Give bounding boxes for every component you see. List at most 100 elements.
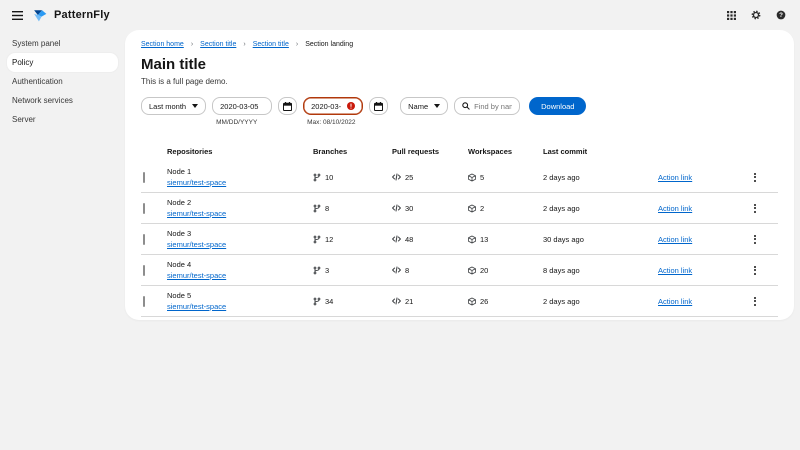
date-to-calendar-icon[interactable]: [369, 97, 388, 115]
attribute-select[interactable]: Name: [400, 97, 448, 115]
repo-name: Node 4: [167, 260, 309, 269]
search-input[interactable]: [474, 102, 512, 111]
branches-count: 3: [325, 266, 329, 275]
date-from-value[interactable]: [220, 102, 264, 111]
masthead-utilities: ?: [727, 10, 786, 20]
main-content-card: Section home › Section title › Section t…: [125, 30, 794, 320]
repo-space-link[interactable]: siemur/test-space: [167, 209, 226, 218]
row-action-link[interactable]: Action link: [658, 297, 692, 306]
breadcrumb-chevron-icon: ›: [191, 41, 193, 48]
table-row: Node 4 siemur/test-space 3 8: [141, 255, 778, 286]
workspaces-count: 26: [480, 297, 488, 306]
settings-gear-icon[interactable]: [751, 10, 761, 20]
breadcrumb-chevron-icon: ›: [296, 41, 298, 48]
column-header-repositories[interactable]: Repositories: [165, 141, 311, 162]
code-icon: [392, 266, 401, 274]
table-header-row: Repositories Branches Pull requests Work…: [141, 141, 778, 162]
brand: PatternFly: [32, 7, 110, 24]
last-commit-text: 2 days ago: [543, 204, 580, 213]
sidebar-item-network-services[interactable]: Network services: [0, 91, 125, 110]
row-checkbox[interactable]: [143, 296, 145, 307]
row-action-link[interactable]: Action link: [658, 235, 692, 244]
help-question-icon[interactable]: ?: [776, 10, 786, 20]
date-to-value[interactable]: [311, 102, 341, 111]
repo-space-link[interactable]: siemur/test-space: [167, 240, 226, 249]
cube-icon: [468, 235, 476, 244]
row-checkbox[interactable]: [143, 172, 145, 183]
download-button[interactable]: Download: [529, 97, 586, 115]
code-icon: [392, 297, 401, 305]
page-title: Main title: [141, 56, 778, 73]
branches-count: 8: [325, 204, 329, 213]
repo-name: Node 5: [167, 291, 309, 300]
table-row: Node 5 siemur/test-space 34 21: [141, 286, 778, 317]
repo-space-link[interactable]: siemur/test-space: [167, 302, 226, 311]
pull-requests-count: 48: [405, 235, 413, 244]
name-search-field[interactable]: [454, 97, 520, 115]
row-action-link[interactable]: Action link: [658, 173, 692, 182]
table-row: Node 2 siemur/test-space 8 30: [141, 193, 778, 224]
filters-toolbar: Last month MM/DD/YYYY Max: 08/10/2022: [141, 97, 778, 126]
code-icon: [392, 173, 401, 181]
repo-space-link[interactable]: siemur/test-space: [167, 271, 226, 280]
cube-icon: [468, 266, 476, 275]
nav-toggle-hamburger-icon[interactable]: [12, 11, 23, 20]
code-branch-icon: [313, 235, 321, 244]
workspaces-count: 2: [480, 204, 484, 213]
code-icon: [392, 204, 401, 212]
row-kebab-menu-icon[interactable]: [750, 202, 760, 215]
branches-count: 10: [325, 173, 333, 182]
header-kebab-spacer: [748, 141, 778, 162]
code-branch-icon: [313, 266, 321, 275]
row-kebab-menu-icon[interactable]: [750, 295, 760, 308]
date-from-input[interactable]: [212, 97, 272, 115]
row-action-link[interactable]: Action link: [658, 266, 692, 275]
code-icon: [392, 235, 401, 243]
date-to-helper-text: Max: 08/10/2022: [307, 119, 363, 126]
repositories-table: Repositories Branches Pull requests Work…: [141, 141, 778, 317]
column-header-pull-requests[interactable]: Pull requests: [390, 141, 466, 162]
row-kebab-menu-icon[interactable]: [750, 171, 760, 184]
sidebar-item-policy[interactable]: Policy: [7, 53, 118, 72]
last-commit-text: 2 days ago: [543, 173, 580, 182]
column-header-branches[interactable]: Branches: [311, 141, 390, 162]
app-launcher-grid-icon[interactable]: [727, 11, 736, 20]
brand-title: PatternFly: [54, 9, 110, 21]
sidebar-item-system-panel[interactable]: System panel: [0, 34, 125, 53]
search-icon: [462, 102, 470, 110]
column-header-workspaces[interactable]: Workspaces: [466, 141, 541, 162]
pull-requests-count: 25: [405, 173, 413, 182]
row-kebab-menu-icon[interactable]: [750, 264, 760, 277]
breadcrumb-link-section-home[interactable]: Section home: [141, 41, 184, 48]
row-checkbox[interactable]: [143, 234, 145, 245]
sidebar-nav: System panel Policy Authentication Netwo…: [0, 30, 125, 129]
header-checkbox-spacer: [141, 141, 165, 162]
workspaces-count: 5: [480, 173, 484, 182]
sidebar-item-server[interactable]: Server: [0, 110, 125, 129]
sidebar-item-authentication[interactable]: Authentication: [0, 72, 125, 91]
page-subtitle: This is a full page demo.: [141, 77, 778, 86]
code-branch-icon: [313, 204, 321, 213]
last-commit-text: 30 days ago: [543, 235, 584, 244]
repo-space-link[interactable]: siemur/test-space: [167, 178, 226, 187]
cube-icon: [468, 297, 476, 306]
last-commit-text: 2 days ago: [543, 297, 580, 306]
patternfly-logo-icon: [32, 7, 49, 24]
date-from-calendar-icon[interactable]: [278, 97, 297, 115]
date-from-helper-text: MM/DD/YYYY: [216, 119, 272, 126]
row-checkbox[interactable]: [143, 265, 145, 276]
period-select-value: Last month: [149, 102, 186, 111]
breadcrumb-link-section-title-2[interactable]: Section title: [253, 41, 289, 48]
period-select[interactable]: Last month: [141, 97, 206, 115]
breadcrumb-link-section-title-1[interactable]: Section title: [200, 41, 236, 48]
column-header-last-commit[interactable]: Last commit: [541, 141, 656, 162]
error-exclamation-icon: [347, 102, 355, 110]
row-kebab-menu-icon[interactable]: [750, 233, 760, 246]
date-to-input[interactable]: [303, 97, 363, 115]
workspaces-count: 20: [480, 266, 488, 275]
repo-name: Node 2: [167, 198, 309, 207]
row-action-link[interactable]: Action link: [658, 204, 692, 213]
cube-icon: [468, 173, 476, 182]
row-checkbox[interactable]: [143, 203, 145, 214]
code-branch-icon: [313, 297, 321, 306]
